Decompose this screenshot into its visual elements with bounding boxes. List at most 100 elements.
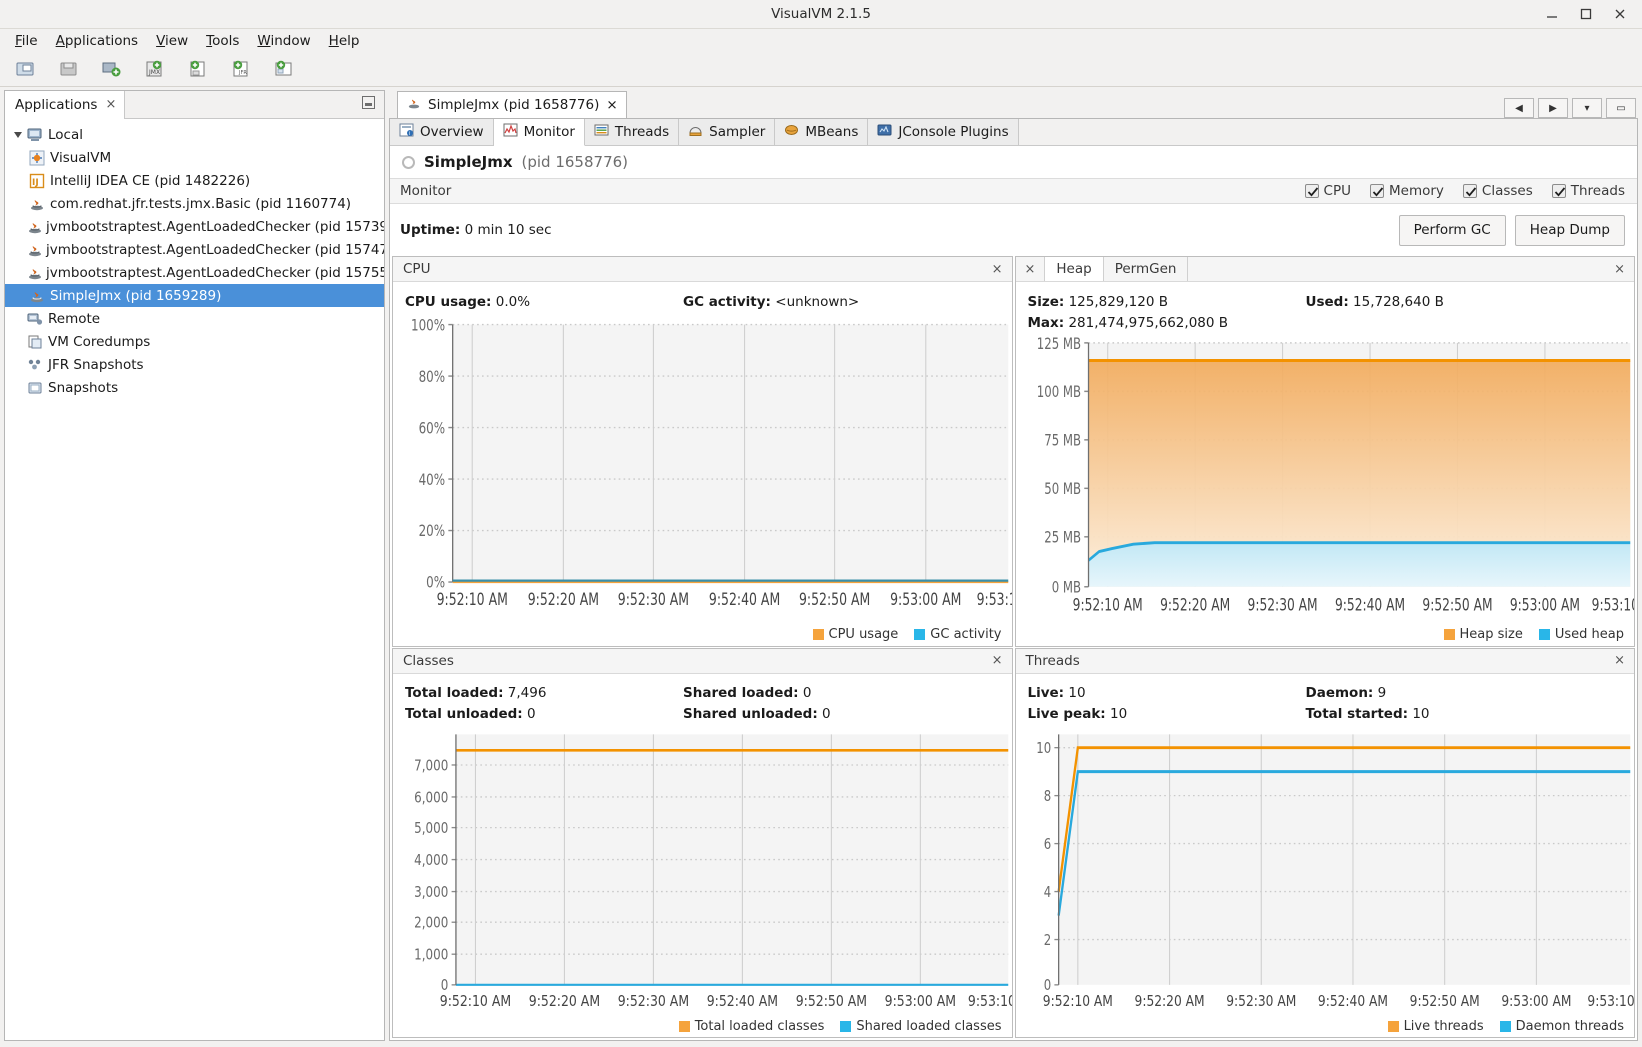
classes-stats: Total loaded: 7,496 Shared loaded: 0 Tot… [393, 674, 1012, 729]
add-remote-host-icon[interactable] [98, 56, 126, 82]
memory-stat-row-max: Max: 281,474,975,662,080 B [1028, 312, 1625, 333]
legend-item-gc-activity[interactable]: GC activity [914, 627, 1002, 642]
close-icon[interactable]: × [983, 257, 1012, 281]
legend-label: Used heap [1554, 627, 1624, 642]
tab-applications[interactable]: Applications × [5, 90, 126, 119]
tab-label: Monitor [523, 124, 575, 140]
checkbox-memory[interactable]: Memory [1369, 183, 1444, 199]
close-icon[interactable]: × [1016, 257, 1045, 281]
tree-item-intellij[interactable]: IJ IntelliJ IDEA CE (pid 1482226) [5, 169, 384, 192]
legend-item-live-threads[interactable]: Live threads [1387, 1019, 1484, 1034]
nav-back-button[interactable]: ◀ [1504, 98, 1534, 118]
memory-tab-permgen[interactable]: PermGen [1103, 257, 1189, 281]
checkbox-box[interactable] [1462, 184, 1477, 198]
cpu-stats: CPU usage: 0.0% GC activity: <unknown> [393, 282, 1012, 316]
svg-text:9:52:10 AM: 9:52:10 AM [437, 590, 508, 609]
maximize-icon[interactable] [1578, 6, 1594, 22]
memory-panel-header: × Heap PermGen × [1015, 257, 1634, 282]
tree-item-visualvm[interactable]: VisualVM [5, 146, 384, 169]
minimize-icon[interactable] [1544, 6, 1560, 22]
close-icon[interactable]: × [1605, 649, 1634, 673]
menu-window[interactable]: Window [248, 31, 319, 51]
legend-item-heap-size[interactable]: Heap size [1443, 627, 1523, 642]
legend-item-shared-loaded-classes[interactable]: Shared loaded classes [840, 1019, 1002, 1034]
legend-item-used-heap[interactable]: Used heap [1538, 627, 1624, 642]
mbeans-icon [784, 123, 799, 141]
legend-item-daemon-threads[interactable]: Daemon threads [1499, 1019, 1624, 1034]
tree-item-simplejmx[interactable]: SimpleJmx (pid 1659289) [5, 284, 384, 307]
open-snapshot-icon[interactable] [12, 56, 40, 82]
tree-item-agentloadedchecker-1575550[interactable]: jvmbootstraptest.AgentLoadedChecker (pid… [5, 261, 384, 284]
close-icon[interactable]: × [983, 649, 1012, 673]
nav-dropdown-button[interactable]: ▾ [1572, 98, 1602, 118]
cpu-chart-svg: 100% 80% 60% 40% 20% 0% 9:52:10 AM 9:52:… [411, 317, 1012, 610]
minimize-window-icon[interactable] [362, 96, 384, 113]
menu-file[interactable]: File [6, 31, 47, 51]
tree-item-agentloadedchecker-1573956[interactable]: jvmbootstraptest.AgentLoadedChecker (pid… [5, 215, 384, 238]
window-title: VisualVM 2.1.5 [771, 6, 871, 22]
legend-item-total-loaded-classes[interactable]: Total loaded classes [678, 1019, 824, 1034]
menu-view[interactable]: View [147, 31, 197, 51]
checkbox-box[interactable] [1369, 184, 1384, 198]
tab-threads[interactable]: Threads [584, 119, 680, 145]
tree-item-remote[interactable]: Remote [5, 307, 384, 330]
checkbox-cpu[interactable]: CPU [1304, 183, 1351, 199]
stat-label: GC activity: [683, 293, 771, 310]
tab-jconsole-plugins[interactable]: JConsole Plugins [868, 119, 1019, 145]
heap-chart[interactable]: 125 MB 100 MB 75 MB 50 MB 25 MB 0 MB 9:5… [1016, 337, 1634, 624]
close-icon[interactable]: × [105, 97, 116, 112]
threads-panel: Threads × Live: 10 Daemon: 9 Live peak: … [1014, 647, 1635, 1038]
application-pid: (pid 1658776) [521, 153, 629, 171]
close-icon[interactable] [1612, 6, 1628, 22]
tab-sampler[interactable]: Sampler [679, 119, 776, 145]
tree-item-jfr-snapshots[interactable]: JFR Snapshots [5, 353, 384, 376]
stat-value: 125,829,120 B [1068, 293, 1168, 310]
save-snapshot-icon[interactable] [55, 56, 83, 82]
svg-text:60%: 60% [419, 420, 446, 438]
heap-used-stat: Used: 15,728,640 B [1306, 294, 1444, 310]
add-jmx-connection-icon[interactable]: JMX [141, 56, 169, 82]
add-vm-coredump-icon[interactable] [184, 56, 212, 82]
tree-item-vm-coredumps[interactable]: VM Coredumps [5, 330, 384, 353]
tree-item-agentloadedchecker-1574712[interactable]: jvmbootstraptest.AgentLoadedChecker (pid… [5, 238, 384, 261]
tab-mbeans[interactable]: MBeans [775, 119, 869, 145]
checkbox-box[interactable] [1551, 184, 1566, 198]
tree-item-jfr-basic[interactable]: com.redhat.jfr.tests.jmx.Basic (pid 1160… [5, 192, 384, 215]
memory-tab-heap[interactable]: Heap [1044, 257, 1104, 281]
threads-stat-row-live: Live: 10 Daemon: 9 [1028, 683, 1625, 704]
threads-chart[interactable]: 10 8 6 4 2 0 9:52:10 AM 9:52:20 AM 9:52:… [1016, 729, 1634, 1016]
chevron-down-icon[interactable] [11, 130, 25, 139]
close-icon[interactable]: × [606, 97, 617, 113]
checkbox-box[interactable] [1304, 184, 1319, 198]
legend-item-cpu-usage[interactable]: CPU usage [812, 627, 898, 642]
menu-applications[interactable]: Applications [47, 31, 147, 51]
stat-label: Daemon: [1305, 685, 1374, 701]
document-tab-simplejmx[interactable]: SimpleJmx (pid 1658776) × [397, 91, 627, 118]
uptime-value: 0 min 10 sec [464, 222, 552, 238]
checkbox-threads[interactable]: Threads [1551, 183, 1625, 199]
view-tabs-filler [1018, 119, 1637, 145]
view-tabs: i Overview Monitor Threads Sampler MBean… [390, 119, 1637, 146]
tab-overview[interactable]: i Overview [390, 119, 494, 145]
menu-help[interactable]: Help [320, 31, 369, 51]
add-application-icon[interactable] [270, 56, 298, 82]
checkbox-classes[interactable]: Classes [1462, 183, 1533, 199]
perform-gc-button[interactable]: Perform GC [1398, 214, 1506, 246]
cpu-chart[interactable]: 100% 80% 60% 40% 20% 0% 9:52:10 AM 9:52:… [393, 316, 1012, 624]
nav-forward-button[interactable]: ▶ [1538, 98, 1568, 118]
heap-dump-button[interactable]: Heap Dump [1514, 214, 1625, 246]
classes-chart[interactable]: 7,000 6,000 5,000 4,000 3,000 2,000 1,00… [393, 729, 1012, 1016]
svg-text:9:52:30 AM: 9:52:30 AM [1247, 595, 1317, 614]
tree-item-snapshots[interactable]: Snapshots [5, 376, 384, 399]
intellij-icon: IJ [27, 173, 47, 189]
tab-monitor[interactable]: Monitor [493, 119, 585, 146]
tab-label: Overview [420, 124, 484, 140]
add-jfr-snapshot-icon[interactable]: JFR [227, 56, 255, 82]
tree-item-local[interactable]: Local [5, 123, 384, 146]
nav-maximize-button[interactable]: ▭ [1606, 98, 1636, 118]
stat-value: 10 [1412, 706, 1430, 722]
applications-tree[interactable]: Local VisualVM IJ IntelliJ IDEA CE (pid … [5, 119, 384, 1040]
close-icon[interactable]: × [1605, 257, 1634, 281]
menu-tools[interactable]: Tools [197, 31, 248, 51]
svg-text:9:52:40 AM: 9:52:40 AM [707, 993, 778, 1011]
